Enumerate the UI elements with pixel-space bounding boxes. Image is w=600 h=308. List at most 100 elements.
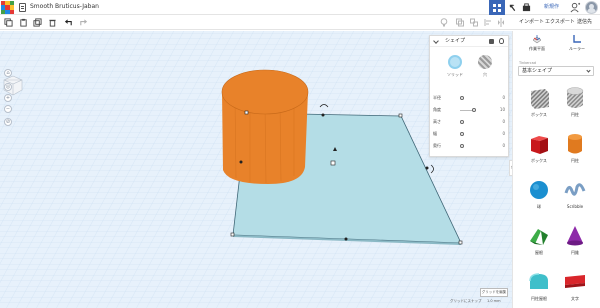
- snap-grid-select[interactable]: 1.0 mm: [487, 299, 501, 303]
- design-title[interactable]: Smooth Bruticus-Jaban: [30, 2, 99, 12]
- ruler-tool-label: ルーラー: [569, 46, 585, 51]
- solid-button[interactable]: [448, 55, 462, 69]
- shape-library-item[interactable]: ボックス: [524, 131, 554, 167]
- mirror-icon[interactable]: [497, 18, 505, 27]
- shape-library-item[interactable]: Scribble: [560, 177, 590, 213]
- cylinder-icon: [563, 131, 587, 157]
- shape-library-sidebar: 作業平面 ルーラー Tinkercad 基本シェイプ ボックス 円柱 ボックス 円柱球…: [512, 31, 600, 308]
- roof-icon: [527, 223, 551, 249]
- box-icon: [527, 131, 551, 157]
- scribble-icon: [563, 177, 587, 203]
- shape-library-item-label: 文字: [571, 296, 579, 301]
- shape-param-row: 奥行 0: [433, 142, 507, 150]
- shape-library-item[interactable]: ボックス: [524, 85, 554, 121]
- sphere-icon: [527, 177, 551, 203]
- perspective-icon[interactable]: ⊘: [4, 118, 12, 126]
- handle-center: [330, 160, 336, 166]
- shape-library-item[interactable]: 円柱: [560, 131, 590, 167]
- cylinder-hole-icon: [563, 85, 587, 111]
- shape-param-row: 幅0: [433, 130, 507, 138]
- paste-icon[interactable]: [19, 18, 28, 27]
- shape-library-item-label: 円柱: [571, 158, 579, 163]
- logo-tile: [9, 9, 14, 14]
- shape-param-slider-knob[interactable]: [460, 120, 464, 124]
- zoom-out-icon[interactable]: −: [4, 105, 12, 113]
- handle-bottom-right: [458, 240, 463, 245]
- handle-bottom-left: [230, 232, 235, 237]
- shape-inspector-panel: シェイプ ソリッド 穴 半径 0 角度 10 高さ 0 幅 0 奥行 0: [429, 35, 509, 157]
- shape-param-slider-knob[interactable]: [472, 108, 476, 112]
- shape-param-value[interactable]: 10: [500, 106, 505, 114]
- shape-library-item[interactable]: 屋根: [524, 223, 554, 259]
- solid-label: ソリッド: [447, 72, 463, 77]
- align-icon[interactable]: [484, 18, 492, 27]
- undo-icon[interactable]: [64, 18, 73, 27]
- hammer-icon[interactable]: [508, 3, 517, 12]
- shape-library-item-label: 円柱屋根: [531, 296, 547, 301]
- shape-param-value[interactable]: 0: [502, 142, 505, 150]
- handle-top-left: [244, 110, 249, 115]
- shape-param-value[interactable]: 0: [502, 94, 505, 102]
- copy-icon[interactable]: [4, 18, 13, 27]
- hole-label: 穴: [483, 72, 487, 77]
- cone-icon: [563, 223, 587, 249]
- lock-icon[interactable]: [489, 39, 494, 44]
- shape-library-item[interactable]: 円柱屋根: [524, 269, 554, 305]
- shape-library-item-label: 円柱: [571, 112, 579, 117]
- text-icon: [563, 269, 587, 295]
- briefcase-icon[interactable]: [522, 3, 531, 12]
- shape-library-item-label: 屋根: [535, 250, 543, 255]
- zoom-in-icon[interactable]: +: [4, 94, 12, 102]
- edit-toolbar: インポート エクスポート 送信先: [0, 15, 600, 30]
- avatar[interactable]: [585, 1, 598, 14]
- snap-grid-label: グリッドにスナップ: [450, 299, 482, 303]
- ruler-tool[interactable]: ルーラー: [561, 34, 593, 56]
- shape-param-label: 角度: [433, 107, 441, 112]
- shape-param-row: 高さ 0: [433, 118, 507, 126]
- shape-library-item[interactable]: 球: [524, 177, 554, 213]
- lightbulb-icon[interactable]: [499, 38, 504, 44]
- home-view-icon[interactable]: ⌂: [4, 69, 12, 77]
- grid-icon: [493, 3, 501, 12]
- add-user-icon[interactable]: [570, 2, 581, 13]
- shape-param-label: 高さ: [433, 119, 441, 124]
- shape-library-item[interactable]: 文字: [560, 269, 590, 305]
- ungroup-icon[interactable]: [470, 18, 478, 27]
- export-button[interactable]: エクスポート: [545, 17, 575, 27]
- lightbulb-icon[interactable]: [440, 18, 448, 27]
- shape-panel-header: シェイプ: [430, 36, 508, 47]
- workplane-icon: [532, 35, 542, 44]
- delete-icon[interactable]: [48, 18, 57, 27]
- duplicate-icon[interactable]: [33, 18, 42, 27]
- shape-library-item[interactable]: 円柱: [560, 85, 590, 121]
- shape-param-value[interactable]: 0: [502, 118, 505, 126]
- redo-icon[interactable]: [79, 18, 88, 27]
- import-button[interactable]: インポート: [519, 17, 544, 27]
- ruler-icon: [573, 35, 581, 43]
- workplane-tool[interactable]: 作業平面: [521, 34, 553, 56]
- fit-view-icon[interactable]: ◎: [4, 83, 12, 91]
- shape-library-item[interactable]: 円錐: [560, 223, 590, 259]
- cylinder-shape[interactable]: [221, 69, 309, 184]
- shape-library-item-label: 球: [537, 204, 541, 209]
- shape-param-row: 角度 10: [433, 106, 507, 114]
- shape-library-value: 基本シェイプ: [522, 68, 553, 74]
- hole-button[interactable]: [478, 55, 492, 69]
- edit-grid-button[interactable]: グリッドを編集: [480, 288, 508, 297]
- collapse-chevron-icon[interactable]: [433, 38, 439, 44]
- 3d-design-view-button[interactable]: [489, 0, 505, 15]
- shape-library-select[interactable]: 基本シェイプ: [518, 66, 594, 76]
- shape-param-slider-knob[interactable]: [460, 132, 464, 136]
- handle-top-right: [398, 113, 403, 118]
- shape-param-label: 半径: [433, 95, 441, 100]
- shape-param-value[interactable]: 0: [502, 130, 505, 138]
- shape-param-slider-knob[interactable]: [460, 96, 464, 100]
- shape-param-label: 奥行: [433, 143, 441, 148]
- shape-param-slider-knob[interactable]: [460, 144, 464, 148]
- shape-param-row: 半径 0: [433, 94, 507, 102]
- group-icon[interactable]: [456, 18, 464, 27]
- shape-library-item-label: Scribble: [566, 204, 584, 209]
- box-hole-icon: [527, 85, 551, 111]
- tinkercad-logo[interactable]: [1, 1, 14, 14]
- send-to-button[interactable]: 送信先: [577, 17, 592, 27]
